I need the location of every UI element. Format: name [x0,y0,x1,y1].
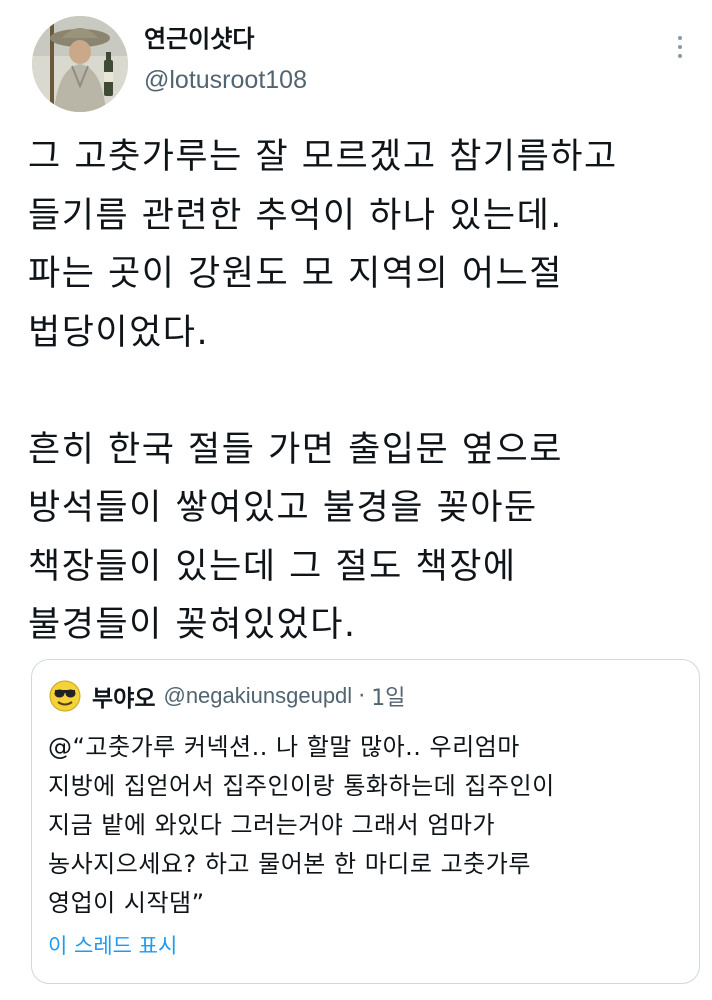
quoted-author-display-name[interactable]: 부야오 [92,679,155,713]
show-thread-link[interactable]: 이 스레드 표시 [48,930,177,960]
sunglasses-emoji-avatar-icon[interactable] [48,679,82,713]
author-names: 연근이샷다 @lotusroot108 [144,24,307,96]
tweet-text: 그 고춧가루는 잘 모르겠고 참기름하고 들기름 관련한 추억이 하나 있는데.… [28,137,618,645]
more-options-icon[interactable] [668,30,692,64]
author-handle[interactable]: @lotusroot108 [144,64,307,96]
meta-separator: · [358,683,366,709]
quoted-author-handle[interactable]: @negakiunsgeupdl [163,683,352,709]
tweet-header: 연근이샷다 @lotusroot108 [32,16,692,112]
tweet: 연근이샷다 @lotusroot108 그 고춧가루는 잘 모르겠고 참기름하고… [0,0,712,1000]
quoted-tweet[interactable]: 부야오 @negakiunsgeupdl · 1일 @“고춧가루 커넥션.. 나… [31,659,700,984]
quoted-tweet-text: @“고춧가루 커넥션.. 나 할말 많아.. 우리엄마 지방에 집얻어서 집주인… [48,733,555,917]
author-display-name[interactable]: 연근이샷다 [144,24,307,54]
quoted-tweet-time[interactable]: 1일 [371,680,405,712]
monk-avatar-icon[interactable] [32,16,128,112]
quoted-tweet-header: 부야오 @negakiunsgeupdl · 1일 [48,678,405,714]
